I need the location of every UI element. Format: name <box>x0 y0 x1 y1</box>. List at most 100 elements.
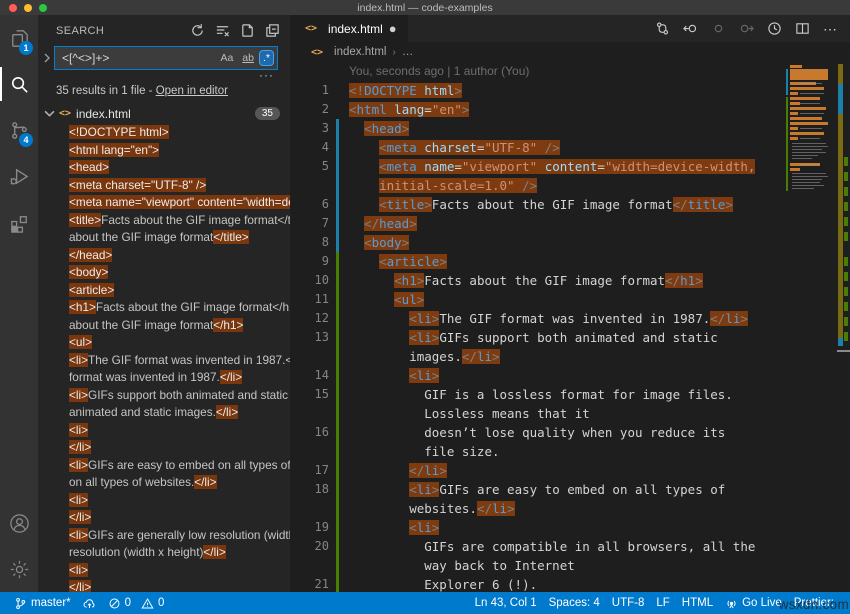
code-line[interactable]: 17</li> <box>290 461 850 480</box>
search-result-row[interactable]: <ul> <box>38 334 290 352</box>
search-result-row[interactable]: </li> <box>38 579 290 592</box>
search-result-row[interactable]: <li> <box>38 422 290 440</box>
code-line[interactable]: 11<ul> <box>290 290 850 309</box>
search-result-row[interactable]: </li> <box>38 439 290 457</box>
chevron-down-icon[interactable] <box>44 108 55 119</box>
whole-word-toggle[interactable]: ab <box>239 51 257 65</box>
search-result-row[interactable]: <li>GIFs are easy to embed on all types … <box>38 457 290 475</box>
minimize-window-button[interactable] <box>24 4 32 12</box>
search-result-row[interactable]: <li>GIFs support both animated and stati… <box>38 387 290 405</box>
code-line[interactable]: 1<!DOCTYPE html> <box>290 81 850 100</box>
file-history-icon[interactable] <box>767 21 782 36</box>
open-in-editor-link[interactable]: Open in editor <box>156 85 228 97</box>
search-result-row[interactable]: resolution (width x height)</li> <box>38 544 290 562</box>
previous-change-icon[interactable] <box>683 21 698 36</box>
prettier-item[interactable]: Prettier: <box>788 597 840 609</box>
tab-index-html[interactable]: <> index.html ● <box>290 15 408 42</box>
search-result-row[interactable]: </head> <box>38 247 290 265</box>
search-result-row[interactable]: on all types of websites.</li> <box>38 474 290 492</box>
code-line[interactable]: 14<li> <box>290 366 850 385</box>
code-line[interactable]: 6<title>Facts about the GIF image format… <box>290 195 850 214</box>
search-result-row[interactable]: <li> <box>38 562 290 580</box>
toggle-replace-chevron-icon[interactable] <box>40 53 54 63</box>
zoom-window-button[interactable] <box>39 4 47 12</box>
collapse-all-icon[interactable] <box>265 23 280 38</box>
problems-item[interactable]: 0 0 <box>102 592 171 614</box>
breadcrumb[interactable]: <> index.html › … <box>290 42 850 62</box>
search-result-row[interactable]: <meta charset="UTF-8" /> <box>38 177 290 195</box>
search-result-row[interactable]: <li> <box>38 492 290 510</box>
close-window-button[interactable] <box>9 4 17 12</box>
code-line[interactable]: 10<h1>Facts about the GIF image format</… <box>290 271 850 290</box>
compare-changes-icon[interactable] <box>655 21 670 36</box>
search-result-row[interactable]: <li>GIFs are generally low resolution (w… <box>38 527 290 545</box>
go-live-item[interactable]: Go Live <box>719 597 788 610</box>
blame-annotation[interactable]: You, seconds ago | 1 author (You) <box>290 62 850 81</box>
code-line[interactable]: initial-scale=1.0" /> <box>290 176 850 195</box>
search-result-row[interactable]: <html lang="en"> <box>38 142 290 160</box>
sync-changes-item[interactable] <box>77 592 102 614</box>
search-icon[interactable] <box>0 61 38 107</box>
git-branch-item[interactable]: master* <box>8 592 77 614</box>
code-line[interactable]: 5<meta name="viewport" content="width=de… <box>290 157 850 176</box>
code-line[interactable]: 18<li>GIFs are easy to embed on all type… <box>290 480 850 499</box>
search-result-row[interactable]: <li>The GIF format was invented in 1987.… <box>38 352 290 370</box>
code-line[interactable]: Lossless means that it <box>290 404 850 423</box>
code-line[interactable]: 12<li>The GIF format was invented in 198… <box>290 309 850 328</box>
run-and-debug-icon[interactable] <box>0 153 38 199</box>
eol-item[interactable]: LF <box>650 597 675 609</box>
extensions-icon[interactable] <box>0 199 38 245</box>
match-case-toggle[interactable]: Aa <box>217 51 236 65</box>
search-result-row[interactable]: format was invented in 1987.</li> <box>38 369 290 387</box>
modified-indicator-dot[interactable]: ● <box>389 22 397 35</box>
result-file-row[interactable]: <> index.html 35 <box>38 103 290 124</box>
open-new-search-editor-icon[interactable] <box>240 23 255 38</box>
toggle-search-details-button[interactable]: ··· <box>38 70 290 80</box>
language-mode-item[interactable]: HTML <box>676 597 719 609</box>
regex-toggle[interactable]: .* <box>260 51 273 65</box>
search-result-row[interactable]: about the GIF image format</h1> <box>38 317 290 335</box>
code-line[interactable]: websites.</li> <box>290 499 850 518</box>
code-line[interactable]: 9<article> <box>290 252 850 271</box>
settings-gear-icon[interactable] <box>0 546 38 592</box>
explorer-icon[interactable]: 1 <box>0 15 38 61</box>
code-line[interactable]: 19<li> <box>290 518 850 537</box>
code-line[interactable]: file size. <box>290 442 850 461</box>
cursor-position-item[interactable]: Ln 43, Col 1 <box>469 597 543 609</box>
indentation-item[interactable]: Spaces: 4 <box>543 597 606 609</box>
code-line[interactable]: 7</head> <box>290 214 850 233</box>
code-line[interactable]: 15GIF is a lossless format for image fil… <box>290 385 850 404</box>
code-line[interactable]: 8<body> <box>290 233 850 252</box>
code-line[interactable]: 3<head> <box>290 119 850 138</box>
minimap[interactable] <box>786 63 836 195</box>
search-result-row[interactable]: </li> <box>38 509 290 527</box>
refresh-icon[interactable] <box>190 23 205 38</box>
search-result-row[interactable]: <title>Facts about the GIF image format<… <box>38 212 290 230</box>
code-line[interactable]: way back to Internet <box>290 556 850 575</box>
search-result-row[interactable]: about the GIF image format</title> <box>38 229 290 247</box>
code-line[interactable]: 2<html lang="en"> <box>290 100 850 119</box>
encoding-item[interactable]: UTF-8 <box>606 597 651 609</box>
search-input[interactable]: <[^<>]+> Aa ab .* <box>54 46 278 70</box>
search-result-row[interactable]: <article> <box>38 282 290 300</box>
account-icon[interactable] <box>0 500 38 546</box>
code-line[interactable]: images.</li> <box>290 347 850 366</box>
code-line[interactable]: 16doesn’t lose quality when you reduce i… <box>290 423 850 442</box>
code-line[interactable]: 20GIFs are compatible in all browsers, a… <box>290 537 850 556</box>
clear-search-results-icon[interactable] <box>215 23 230 38</box>
next-change-icon[interactable] <box>739 21 754 36</box>
code-line[interactable]: 13<li>GIFs support both animated and sta… <box>290 328 850 347</box>
code-line[interactable]: 21Explorer 6 (!). <box>290 575 850 592</box>
search-result-row[interactable]: <body> <box>38 264 290 282</box>
more-actions-icon[interactable]: ⋯ <box>823 22 837 36</box>
change-marker-icon[interactable] <box>711 21 726 36</box>
code-line[interactable]: 4<meta charset="UTF-8" /> <box>290 138 850 157</box>
source-control-icon[interactable]: 4 <box>0 107 38 153</box>
search-result-row[interactable]: <!DOCTYPE html> <box>38 124 290 142</box>
code-area[interactable]: You, seconds ago | 1 author (You)1<!DOCT… <box>290 62 850 592</box>
search-result-row[interactable]: animated and static images.</li> <box>38 404 290 422</box>
split-editor-icon[interactable] <box>795 21 810 36</box>
search-result-row[interactable]: <meta name="viewport" content="width=de… <box>38 194 290 212</box>
search-result-row[interactable]: <head> <box>38 159 290 177</box>
search-result-row[interactable]: <h1>Facts about the GIF image format</h1… <box>38 299 290 317</box>
